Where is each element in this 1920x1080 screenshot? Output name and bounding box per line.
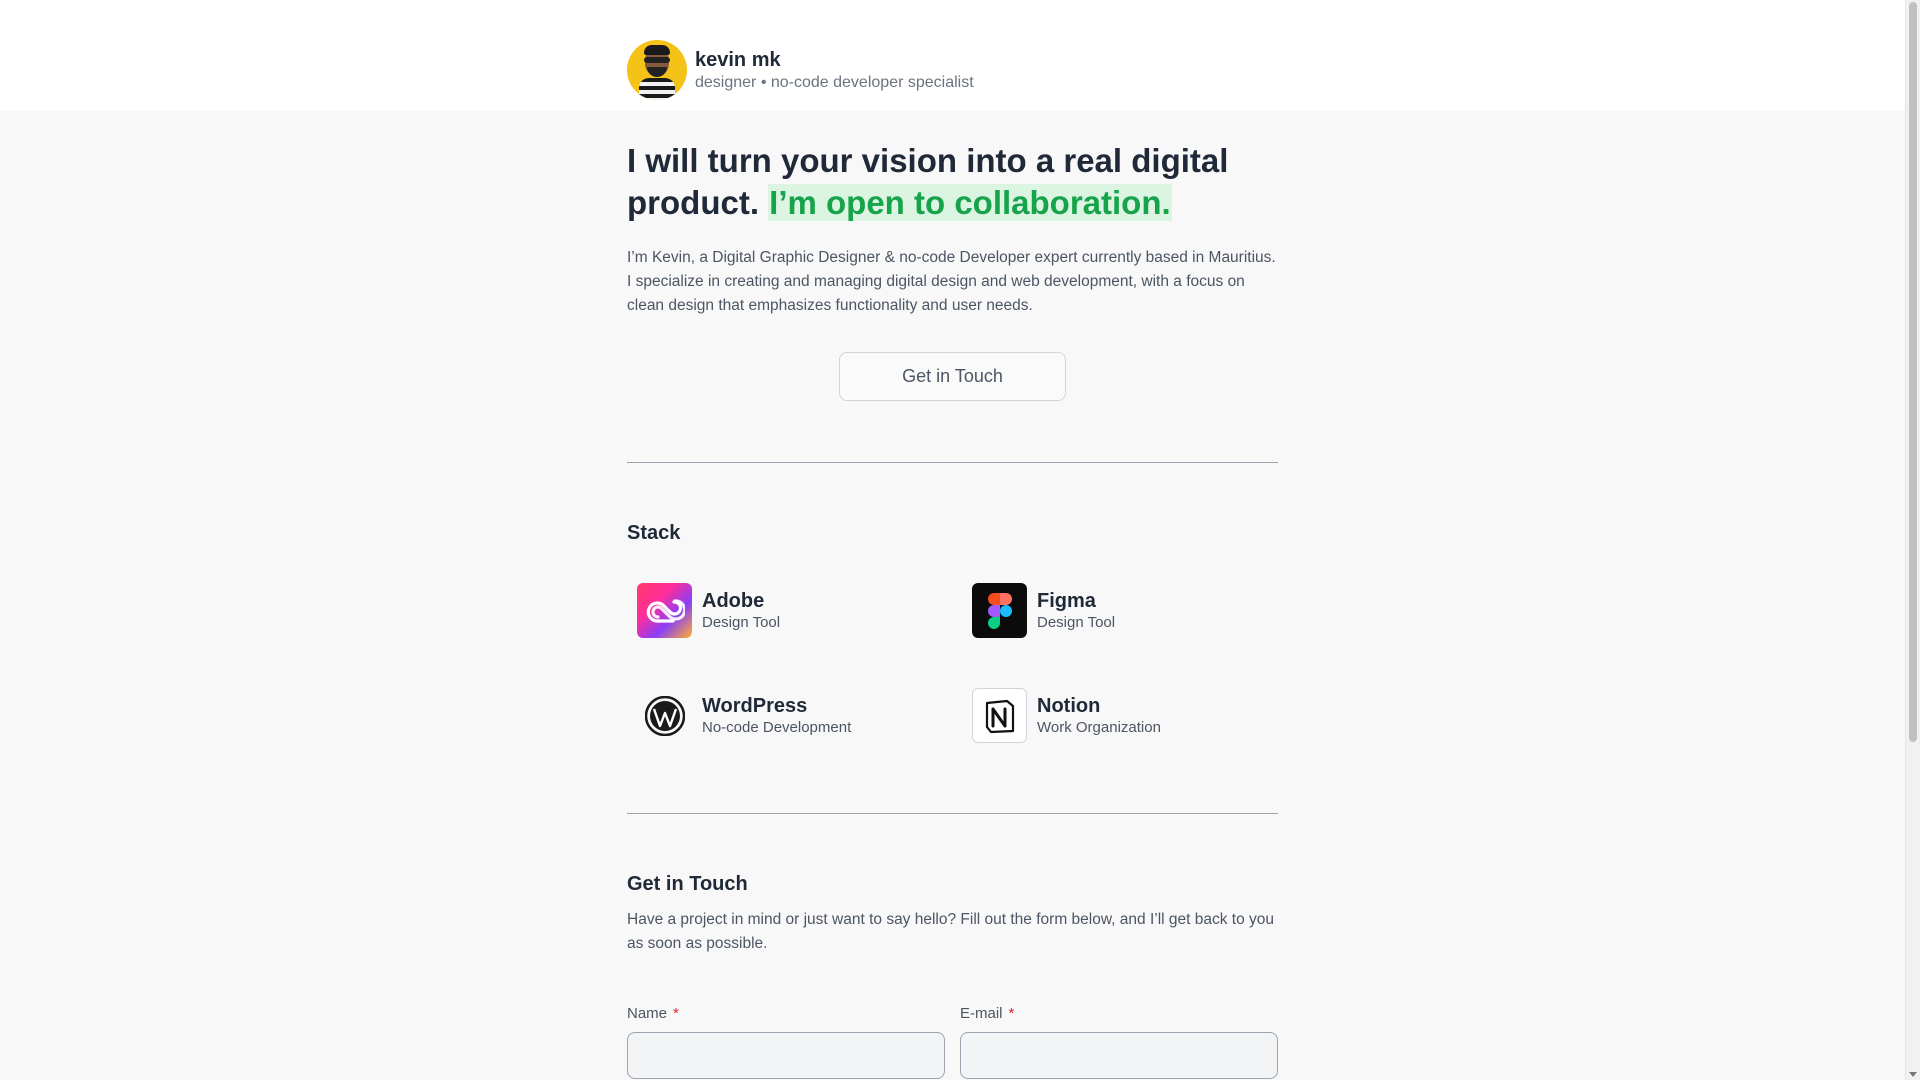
profile-header: kevin mk designer • no-code developer sp… — [0, 0, 1905, 111]
divider — [627, 462, 1278, 463]
notion-icon — [972, 688, 1027, 743]
scrollbar-thumb[interactable] — [1909, 2, 1917, 742]
stack-item-name: Notion — [1037, 694, 1101, 717]
profile: kevin mk designer • no-code developer sp… — [627, 40, 974, 100]
contact-description: Have a project in mind or just want to s… — [627, 911, 1275, 952]
stack-item-adobe: Adobe Design Tool — [637, 583, 780, 638]
contact-title: Get in Touch — [627, 873, 748, 895]
email-field[interactable] — [960, 1032, 1278, 1079]
stack-item-name: Adobe — [702, 589, 765, 612]
required-marker: * — [673, 1005, 679, 1022]
stack-item-desc: Design Tool — [1037, 613, 1116, 631]
avatar — [627, 40, 687, 100]
intro-paragraph: I’m Kevin, a Digital Graphic Designer & … — [627, 249, 1276, 314]
hero-headline: I will turn your vision into a real digi… — [627, 140, 1278, 224]
stack-title: Stack — [627, 522, 681, 544]
stack-item-desc: Design Tool — [702, 613, 781, 631]
email-label-text: E-mail — [960, 1005, 1003, 1022]
stack-item-name: Figma — [1037, 589, 1096, 612]
email-label: E-mail * — [960, 1005, 1014, 1022]
stack-item-notion: Notion Work Organization — [972, 688, 1161, 743]
scroll-down-arrow-icon[interactable] — [1909, 1072, 1917, 1077]
divider — [627, 813, 1278, 814]
stack-item-wordpress: WordPress No-code Development — [637, 688, 851, 743]
name-label-text: Name — [627, 1005, 668, 1022]
name-label: Name * — [627, 1005, 679, 1022]
figma-icon — [972, 583, 1027, 638]
profile-name: kevin mk — [695, 48, 781, 71]
profile-role: designer • no-code developer specialist — [695, 73, 974, 91]
wordpress-icon — [637, 688, 692, 743]
headline-highlight: I’m open to collaboration. — [768, 184, 1172, 221]
get-in-touch-button[interactable]: Get in Touch — [839, 352, 1066, 401]
adobe-creative-cloud-icon — [637, 583, 692, 638]
stack-item-desc: No-code Development — [702, 718, 852, 736]
stack-item-name: WordPress — [702, 694, 808, 717]
required-marker: * — [1008, 1005, 1015, 1022]
scrollbar[interactable] — [1905, 0, 1920, 1080]
name-field[interactable] — [627, 1032, 945, 1079]
stack-item-figma: Figma Design Tool — [972, 583, 1115, 638]
stack-item-desc: Work Organization — [1037, 718, 1161, 736]
